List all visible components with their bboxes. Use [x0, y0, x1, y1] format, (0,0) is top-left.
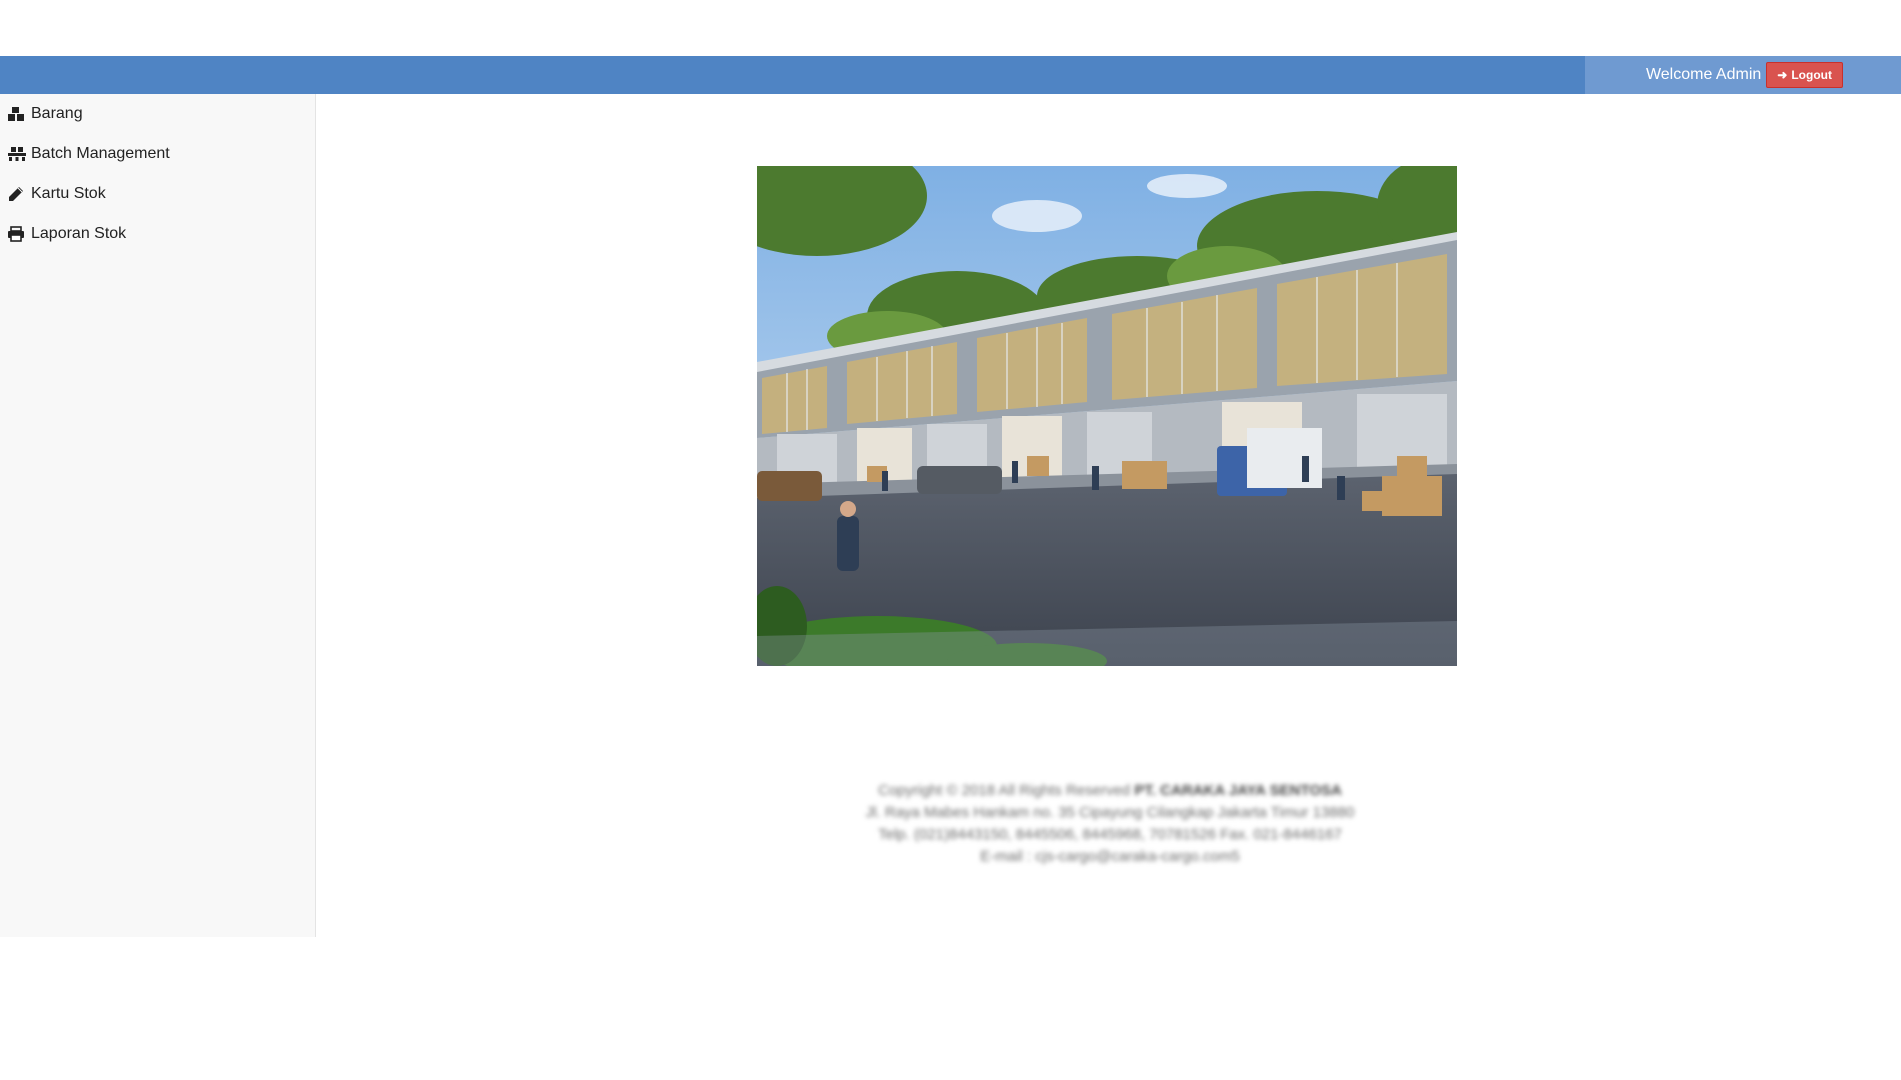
sidebar-item-label: Kartu Stok [31, 185, 106, 202]
footer-phone: Telp. (021)8443150, 8445506, 8445968, 70… [878, 826, 1342, 843]
welcome-text: Welcome Admin [1645, 66, 1762, 83]
logout-label: Logout [1791, 68, 1832, 82]
sidebar-item-barang[interactable]: Barang [0, 94, 315, 134]
pencil-icon [7, 185, 27, 203]
sign-out-icon: ➜ [1777, 68, 1788, 82]
warehouse-banner-image [757, 166, 1457, 666]
sidebar-item-batch-management[interactable]: Batch Management [0, 134, 315, 174]
pallet-icon [7, 145, 27, 163]
sidebar-item-kartu-stok[interactable]: Kartu Stok [0, 174, 315, 214]
site-footer: Copyright © 2018 All Rights Reserved PT.… [760, 780, 1460, 868]
cubes-icon [7, 105, 27, 123]
sidebar-item-label: Laporan Stok [31, 225, 127, 242]
printer-icon [7, 225, 27, 243]
top-navbar: Welcome Admin ➜ Logout [0, 56, 1901, 94]
company-name: PT. CARAKA JAYA SENTOSA [1134, 782, 1342, 799]
footer-copyright-line: Copyright © 2018 All Rights Reserved PT.… [760, 780, 1460, 802]
user-area: Welcome Admin ➜ Logout [1585, 56, 1901, 94]
sidebar-item-label: Batch Management [31, 145, 170, 162]
sidebar-item-laporan-stok[interactable]: Laporan Stok [0, 214, 315, 254]
logout-button[interactable]: ➜ Logout [1766, 62, 1843, 88]
sidebar-item-label: Barang [31, 105, 83, 122]
copyright-text: Copyright © 2018 All Rights Reserved [878, 782, 1131, 799]
sidebar: Barang Batch Management Kartu Stok Lapor… [0, 94, 316, 937]
footer-address: Jl. Raya Mabes Hankam no. 35 Cipayung Ci… [865, 804, 1355, 821]
footer-email: E-mail : cjs-cargo@caraka-cargo.com5 [980, 848, 1240, 865]
